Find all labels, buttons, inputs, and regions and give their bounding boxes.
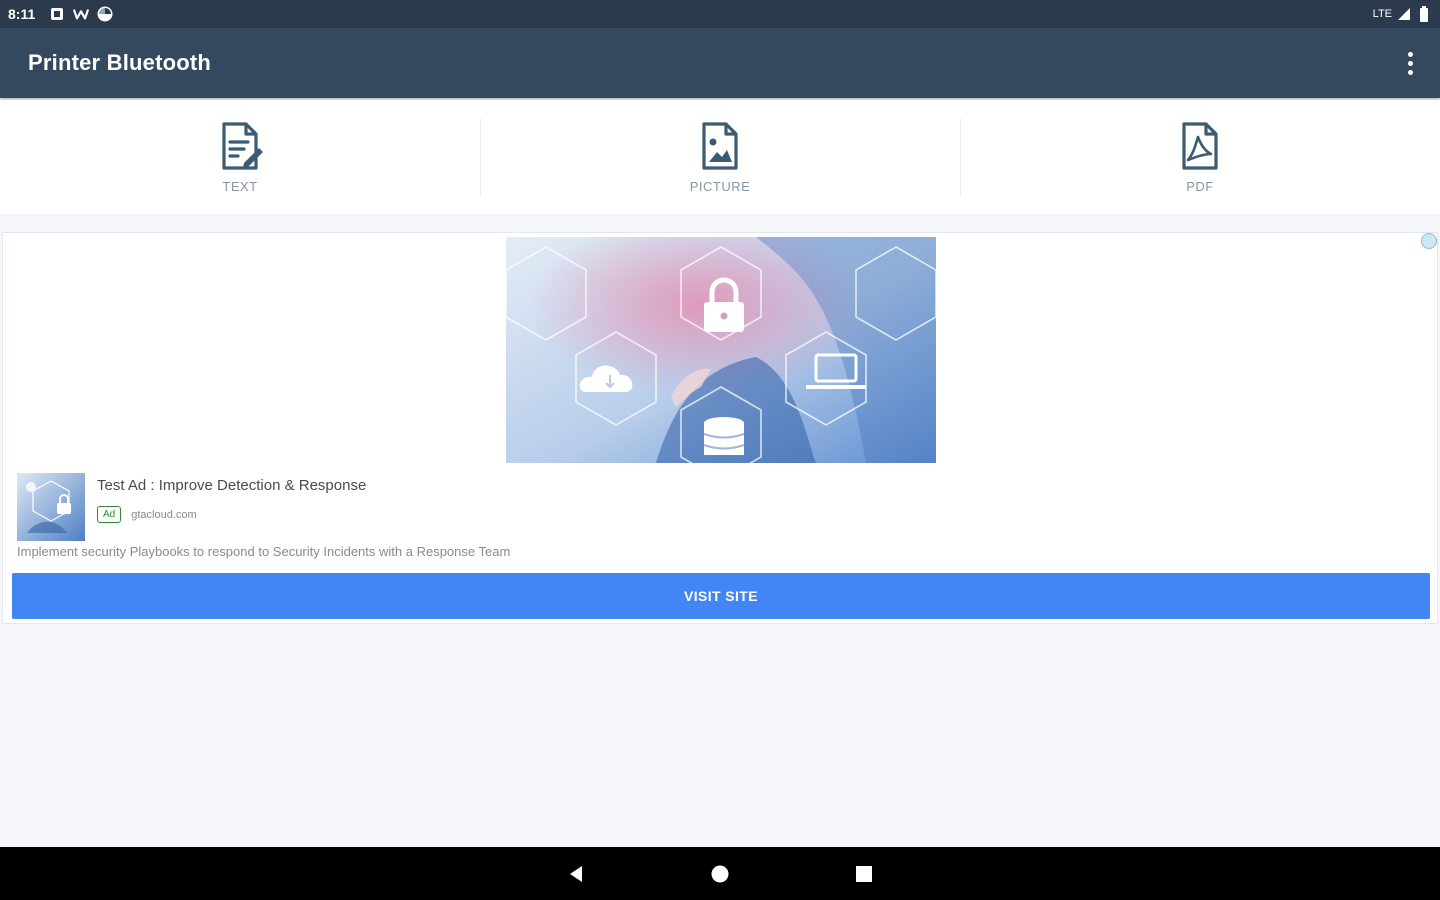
status-left: 8:11: [8, 6, 113, 22]
text-document-icon: [222, 121, 263, 170]
pinwheel-icon: [97, 6, 113, 22]
database-icon: [703, 417, 745, 455]
battery-icon: [1416, 6, 1432, 22]
status-time: 8:11: [8, 6, 36, 22]
ad-info-row: Test Ad : Improve Detection & Response A…: [17, 473, 366, 541]
notification-square-icon: [49, 6, 65, 22]
ad-choices-icon[interactable]: [1421, 233, 1437, 249]
system-nav-bar: [0, 847, 1440, 900]
recents-icon[interactable]: [846, 856, 882, 892]
tab-text[interactable]: TEXT: [0, 100, 480, 214]
signal-icon: [1396, 6, 1412, 22]
tab-text-label: TEXT: [222, 178, 258, 194]
tab-picture-label: PICTURE: [689, 178, 751, 194]
network-type: LTE: [1372, 8, 1392, 20]
pdf-document-icon: [1182, 121, 1218, 170]
status-bar: 8:11 LTE: [0, 0, 1440, 28]
app-bar: Printer Bluetooth: [0, 28, 1440, 98]
ad-badge: Ad: [97, 506, 122, 523]
w-app-icon: [73, 6, 90, 22]
tab-picture[interactable]: PICTURE: [480, 100, 960, 214]
ad-thumbnail[interactable]: [17, 473, 85, 541]
ad-domain: gtacloud.com: [131, 508, 197, 521]
back-icon[interactable]: [558, 856, 594, 892]
ad-hero-image[interactable]: [506, 237, 936, 463]
visit-site-button[interactable]: VISIT SITE: [12, 573, 1430, 619]
more-vert-icon[interactable]: [1398, 43, 1422, 83]
print-type-tabs: TEXT PICTURE PDF: [0, 100, 1440, 214]
picture-document-icon: [702, 121, 738, 170]
ad-headline[interactable]: Test Ad : Improve Detection & Response: [97, 477, 366, 494]
ad-body-text: Implement security Playbooks to respond …: [17, 544, 511, 559]
app-title: Printer Bluetooth: [28, 50, 212, 75]
tab-pdf-label: PDF: [1186, 178, 1214, 194]
native-ad-card[interactable]: Test Ad : Improve Detection & Response A…: [2, 232, 1438, 624]
home-icon[interactable]: [702, 856, 738, 892]
ad-meta: Ad gtacloud.com: [97, 506, 366, 523]
status-right: LTE: [1373, 6, 1432, 22]
tab-pdf[interactable]: PDF: [960, 100, 1440, 214]
ad-text-block: Test Ad : Improve Detection & Response A…: [97, 473, 366, 541]
